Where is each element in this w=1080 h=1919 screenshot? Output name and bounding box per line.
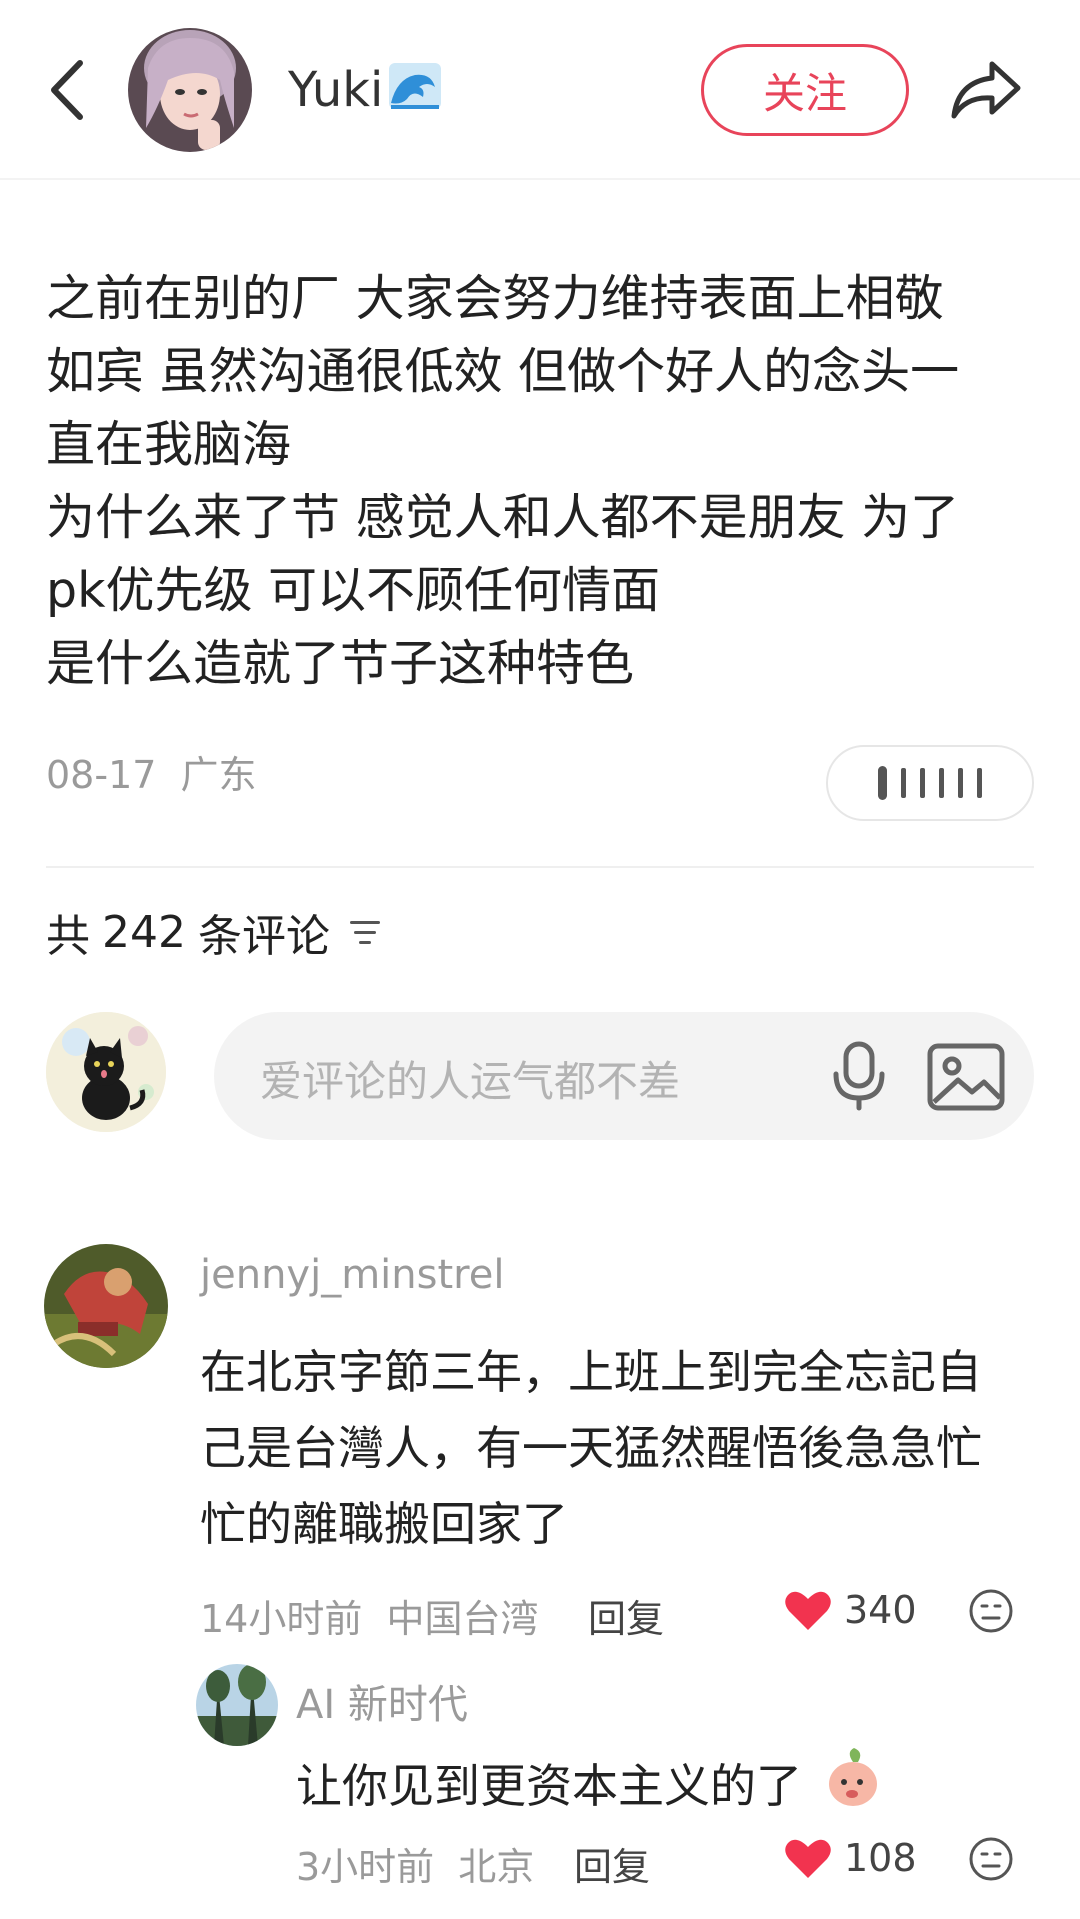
comment-meta: 14小时前 中国台湾	[200, 1588, 538, 1643]
comment-location: 北京	[458, 1845, 535, 1889]
reaction-button[interactable]	[968, 1588, 1014, 1638]
comment-text: 让你见到更资本主义的了	[296, 1759, 802, 1813]
peach-emoji-icon	[824, 1746, 882, 1814]
comment-item: jennyj_minstrel 在北京字節三年，上班上到完全忘記自 己是台灣人，…	[0, 1240, 1080, 1643]
waveform-icon	[878, 766, 982, 800]
wave-emoji-icon	[387, 59, 443, 127]
reply-button[interactable]: 回复	[588, 1588, 664, 1643]
top-bar: Yuki 关注	[0, 0, 1080, 180]
follow-button[interactable]: 关注	[701, 44, 909, 136]
comment-text: 在北京字節三年，上班上到完全忘記自 己是台灣人，有一天猛然醒悟後急急忙 忙的離職…	[200, 1345, 982, 1551]
my-avatar	[46, 1012, 166, 1132]
post-location: 广东	[180, 753, 257, 797]
share-button[interactable]	[946, 52, 1026, 128]
post-text: 之前在别的厂 大家会努力维持表面上相敬 如宾 虽然沟通很低效 但做个好人的念头一…	[46, 270, 960, 692]
share-icon	[951, 61, 1021, 119]
commenter-username[interactable]: AI 新时代	[296, 1672, 468, 1730]
reply-comment-item: AI 新时代 让你见到更资本主义的了 3小时前 北京 回复 108	[0, 1660, 1080, 1910]
post-date: 08-17	[46, 753, 157, 797]
image-icon[interactable]	[926, 1042, 1006, 1112]
comment-time: 14小时前	[200, 1597, 363, 1641]
author-name-text: Yuki	[288, 62, 384, 118]
comment-input[interactable]: 爱评论的人运气都不差	[214, 1012, 1034, 1140]
heart-icon	[785, 1839, 831, 1878]
comment-input-placeholder: 爱评论的人运气都不差	[260, 1057, 681, 1106]
microphone-icon[interactable]	[824, 1040, 894, 1112]
comments-count-header: 共 242 条评论	[46, 900, 380, 964]
post-meta: 08-17 广东	[46, 744, 257, 799]
comment-meta: 3小时前 北京	[296, 1836, 534, 1891]
author-name[interactable]: Yuki	[288, 58, 443, 127]
author-avatar[interactable]	[128, 28, 252, 152]
commenter-avatar[interactable]	[44, 1244, 168, 1368]
waveform-button[interactable]	[826, 745, 1034, 821]
like-count: 340	[844, 1588, 917, 1632]
reply-button[interactable]: 回复	[574, 1836, 650, 1891]
heart-icon	[785, 1591, 831, 1630]
commenter-username[interactable]: jennyj_minstrel	[200, 1252, 504, 1298]
comment-location: 中国台湾	[386, 1597, 539, 1641]
back-button[interactable]	[36, 50, 96, 130]
face-emoji-icon	[969, 1589, 1013, 1633]
divider	[46, 866, 1034, 868]
like-button[interactable]: 108	[784, 1832, 917, 1884]
reaction-button[interactable]	[968, 1836, 1014, 1886]
like-button[interactable]: 340	[784, 1584, 917, 1636]
comments-count: 242	[102, 906, 186, 958]
face-emoji-icon	[969, 1837, 1013, 1881]
comments-count-suffix: 条评论	[197, 911, 330, 962]
back-arrow-icon	[51, 60, 83, 120]
comments-count-prefix: 共	[46, 911, 90, 962]
commenter-avatar[interactable]	[196, 1664, 278, 1746]
sort-icon[interactable]	[349, 920, 380, 944]
comment-time: 3小时前	[296, 1845, 435, 1889]
like-count: 108	[844, 1836, 917, 1880]
